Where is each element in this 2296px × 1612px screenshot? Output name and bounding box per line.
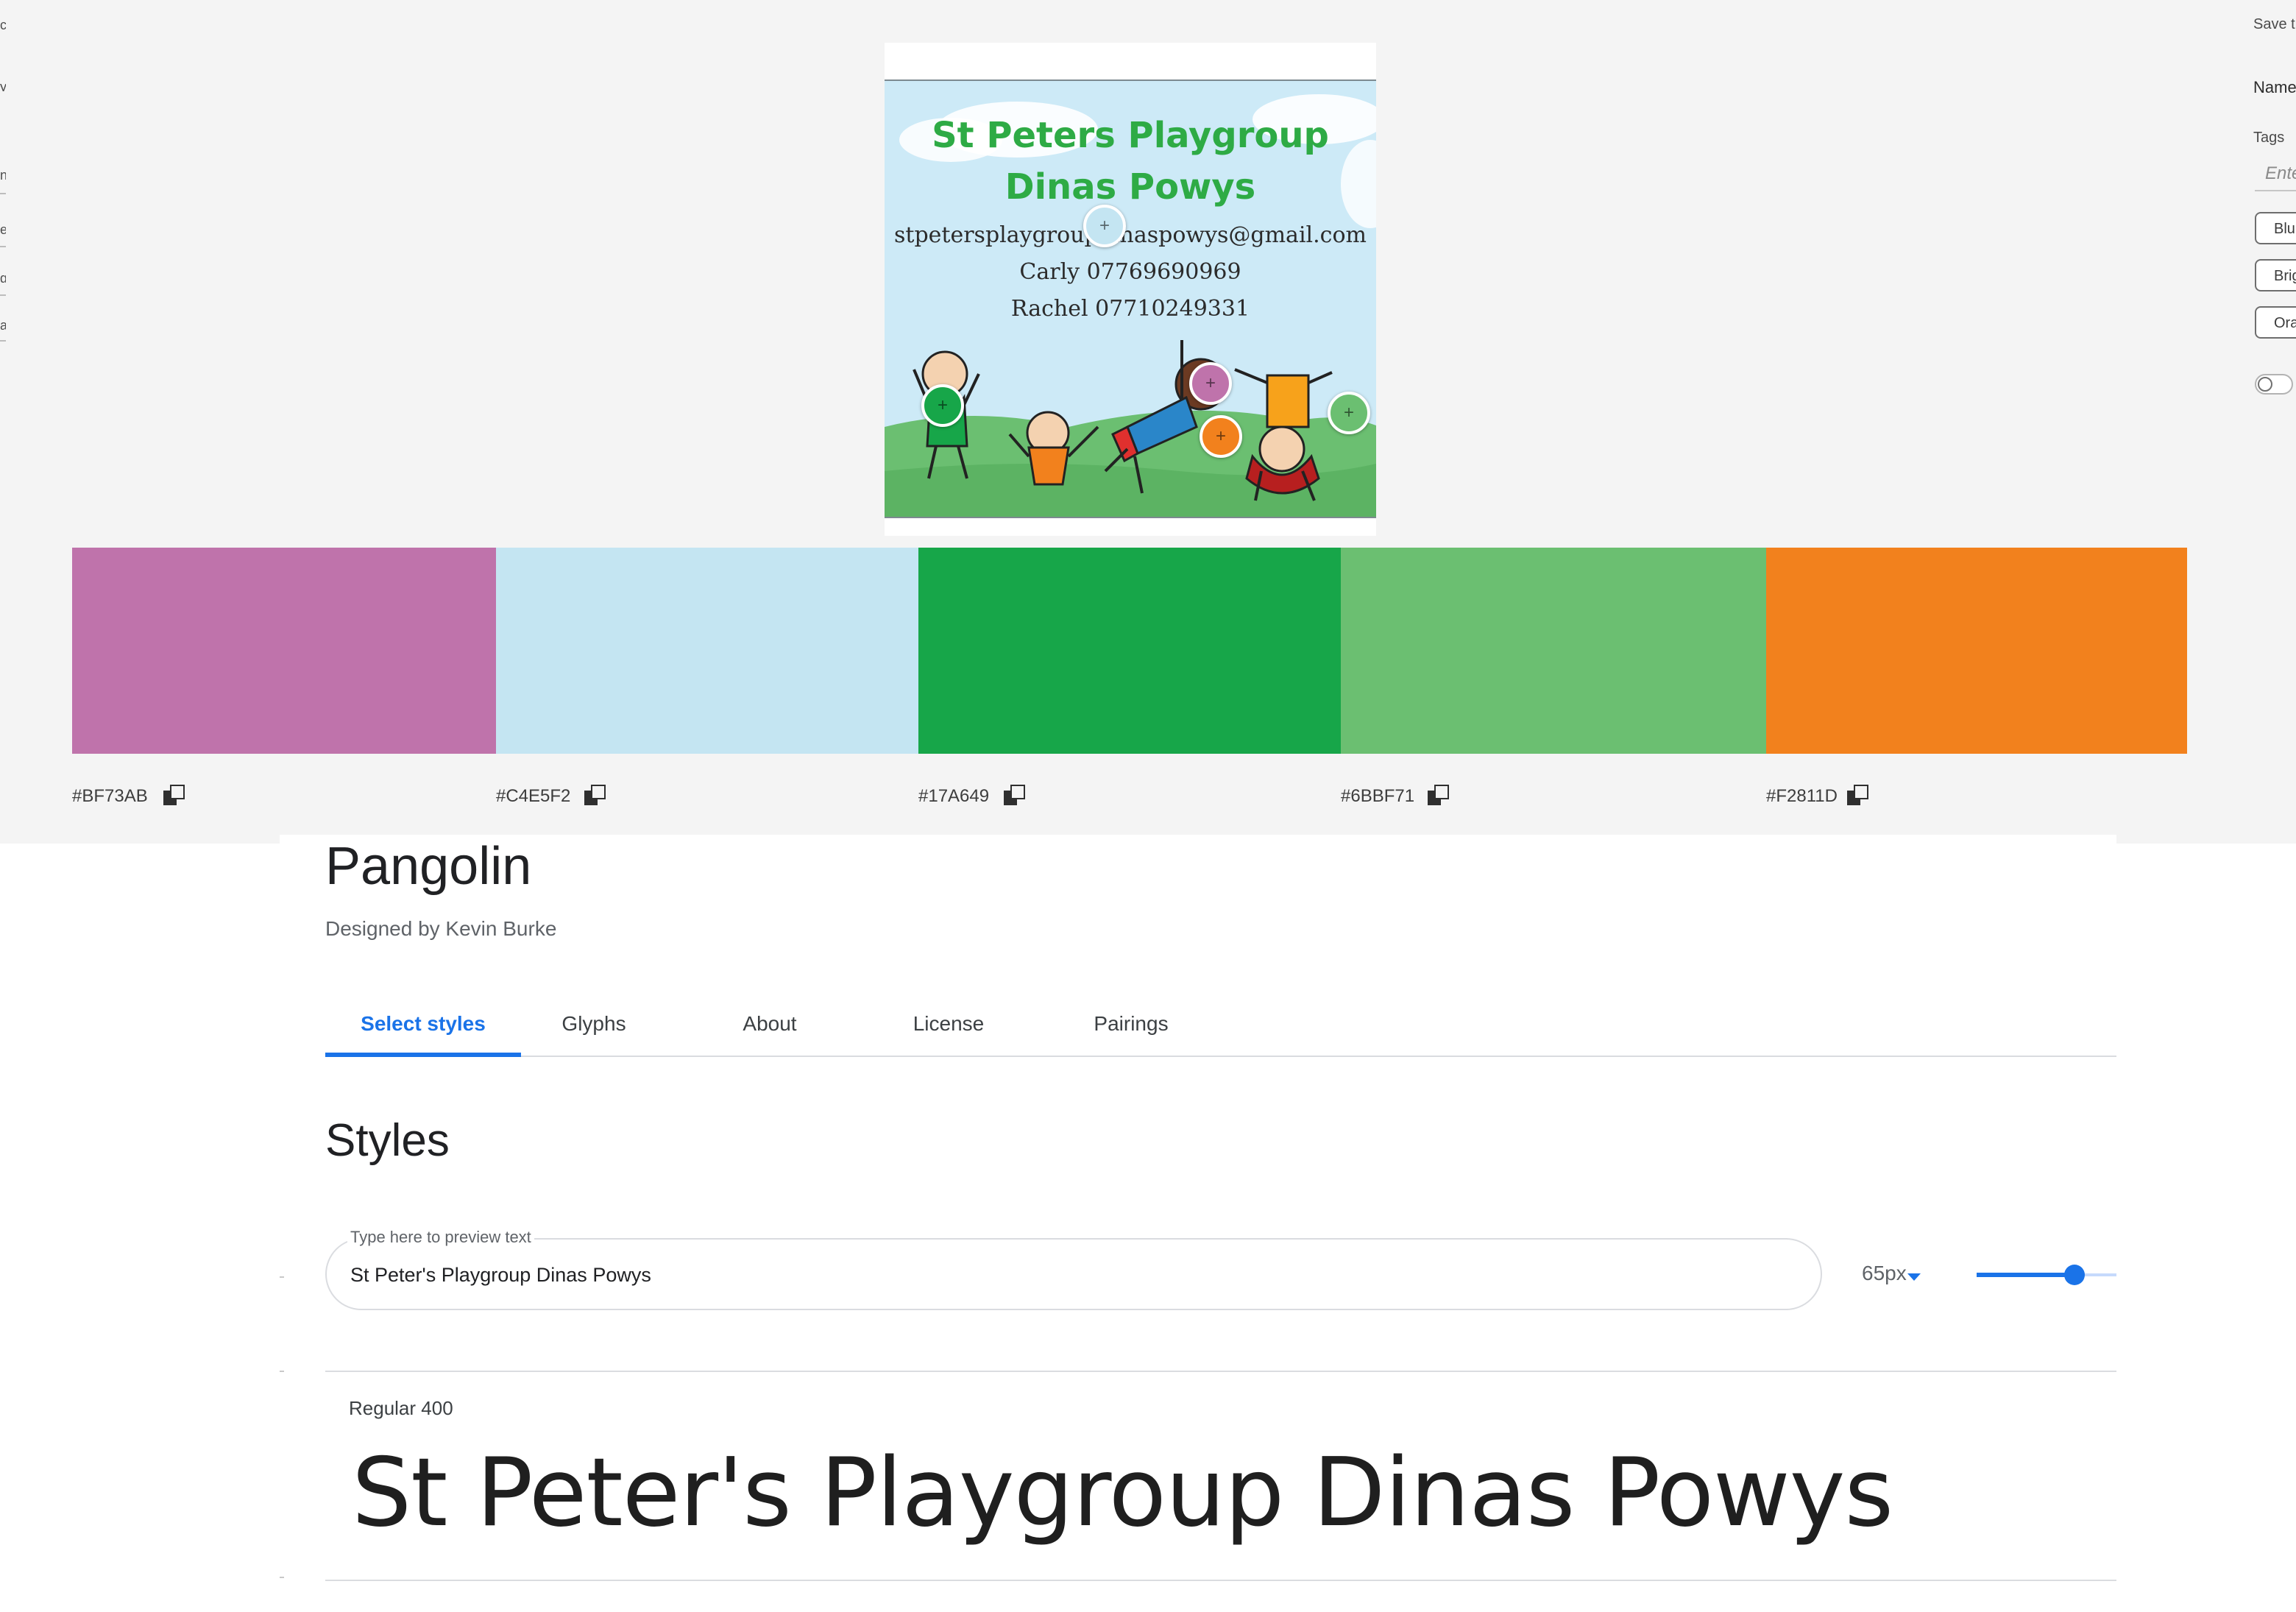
flyer-title-line1: St Peters Playgroup [932,115,1329,156]
tab-license[interactable]: License [901,992,996,1056]
left-label: e [0,222,6,234]
tag-chip-orange[interactable]: Ora [2255,306,2296,339]
copy-icon[interactable] [584,785,606,807]
color-picker-handle[interactable]: + [1189,362,1232,405]
left-label: a [0,318,6,330]
style-sample-text: St Peter's Playgroup Dinas Powys [352,1438,1893,1548]
flyer-contact-rachel: Rachel 07710249331 [1010,296,1250,322]
tab-glyphs[interactable]: Glyphs [546,992,642,1056]
tab-about[interactable]: About [726,992,814,1056]
color-swatch[interactable] [918,548,1341,754]
google-fonts-page: Pangolin Designed by Kevin Burke Select … [280,835,2116,1612]
source-image: St Peters Playgroup Dinas Powys stpeters… [885,43,1376,536]
hex-value: #6BBF71 [1341,786,1415,806]
color-swatch[interactable] [496,548,918,754]
left-divider [0,294,6,296]
flyer-contact-carly: Carly 07769690969 [1019,259,1241,285]
font-size-slider[interactable] [1977,1260,2116,1290]
font-tabs: Select styles Glyphs About License Pairi… [325,992,2116,1057]
flyer-title-line2: Dinas Powys [1005,166,1256,208]
hex-value: #BF73AB [72,786,148,806]
left-divider [0,340,6,342]
save-theme-label: Save t [2253,16,2295,32]
left-label: n [0,168,6,180]
color-theme-extractor: c y n e g a Save t Name Tags Ente Blu Br… [0,0,2296,844]
left-divider [0,193,6,194]
tag-chip-blue[interactable]: Blu [2255,212,2296,244]
color-swatch[interactable] [1341,548,1766,754]
font-size-select[interactable]: 65px [1862,1262,1907,1291]
tags-label: Tags [2253,130,2285,146]
left-label: y [0,79,6,91]
color-swatch[interactable] [1766,548,2187,754]
left-label: c [0,18,6,29]
color-swatch[interactable] [72,548,496,754]
copy-icon[interactable] [1004,785,1026,807]
name-field-label[interactable]: Name [2253,78,2296,97]
hex-value: #17A649 [918,786,990,806]
left-divider [0,246,6,247]
edge-mark [280,1276,284,1278]
left-label: g [0,271,6,283]
copy-icon[interactable] [1847,785,1869,807]
preview-text-label: Type here to preview text [347,1228,534,1247]
color-picker-handle[interactable]: + [1328,392,1370,434]
edge-mark [280,1371,284,1372]
slider-fill [1977,1273,2074,1277]
color-picker-handle[interactable]: + [1200,415,1242,458]
copy-icon[interactable] [163,785,185,807]
left-panel-edge: c y n e g a [0,0,6,368]
edge-mark [280,1577,284,1578]
public-toggle[interactable] [2255,374,2293,395]
tags-input[interactable]: Ente [2255,153,2296,191]
hex-value: #F2811D [1766,786,1838,806]
style-name: Regular 400 [349,1397,453,1419]
font-style-row: Regular 400 St Peter's Playgroup Dinas P… [325,1371,2116,1581]
save-theme-panel: Save t Name Tags Ente Blu Brig Ora [2253,0,2296,412]
playgroup-flyer: St Peters Playgroup Dinas Powys stpeters… [885,79,1376,518]
chevron-down-icon[interactable] [1907,1273,1921,1281]
slider-thumb[interactable] [2064,1265,2085,1285]
styles-heading: Styles [325,1115,450,1166]
font-designer: Designed by Kevin Burke [325,917,557,940]
tab-pairings[interactable]: Pairings [1076,992,1186,1056]
font-title: Pangolin [325,837,532,896]
color-picker-handle[interactable]: + [1083,205,1126,247]
flyer-email: stpetersplaygroupdinaspowys@gmail.com [894,222,1367,248]
tab-select-styles[interactable]: Select styles [325,992,521,1057]
hex-value: #C4E5F2 [496,786,571,806]
preview-text-field[interactable]: Type here to preview text [325,1228,1822,1310]
copy-icon[interactable] [1428,785,1450,807]
color-picker-handle[interactable]: + [921,384,964,427]
tag-chip-bright[interactable]: Brig [2255,259,2296,291]
preview-text-input[interactable] [350,1259,1793,1291]
